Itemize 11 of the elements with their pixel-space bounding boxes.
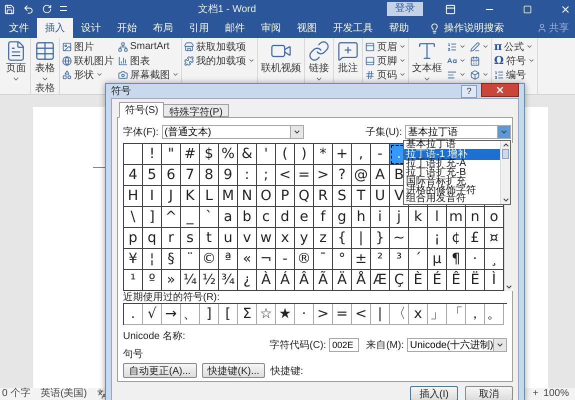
unicode-name-label: Unicode 名称: [123,330,186,343]
from-label: 来自(M): [366,338,404,352]
window-title: 文档1 - Word [196,2,258,16]
shortcut-label: 快捷键: [270,364,304,378]
unicode-name: 句号 [123,348,144,361]
code-label: 字符代码(C): [270,338,326,352]
group-label: 表格 [34,84,56,94]
dialog-title: 符号 [111,85,132,98]
font-label: 字体(F): [123,126,159,138]
recent-label: 近期使用过的符号(R): [123,292,221,303]
subset-label: 子集(U): [365,126,402,138]
